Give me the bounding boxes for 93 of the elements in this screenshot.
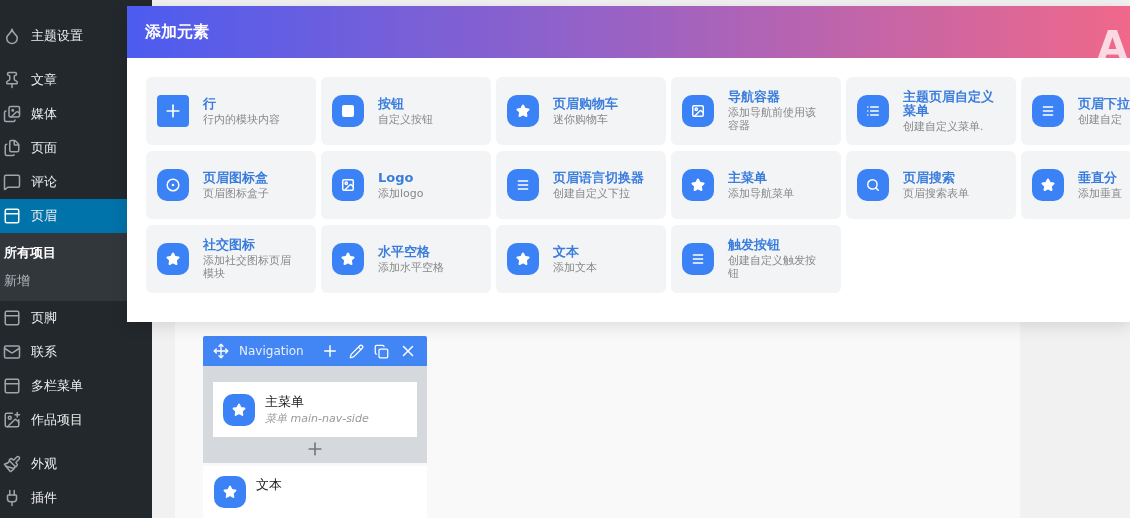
element-option[interactable]: 垂直分 添加垂直 [1021, 151, 1130, 219]
option-title: 按钮 [378, 96, 405, 111]
option-description: 添加logo [378, 186, 425, 200]
menu-item-icon [3, 411, 21, 429]
element-title: 文本 [256, 476, 282, 494]
option-description: 创建自定 [1078, 112, 1123, 126]
element-title: 主菜单 [265, 393, 305, 411]
element-option[interactable]: 导航容器 添加导航前使用该容器 [671, 77, 841, 145]
option-title: 页眉图标盒 [203, 170, 269, 185]
menu-icon [1032, 95, 1064, 127]
element-option[interactable]: 主菜单 添加导航菜单 [671, 151, 841, 219]
star-icon [682, 169, 714, 201]
element-option[interactable]: 页眉下拉 创建自定 [1021, 77, 1130, 145]
option-title: 文本 [553, 244, 580, 259]
option-description: 页眉搜索表单 [903, 186, 970, 200]
element-option[interactable]: 页眉语言切换器 创建自定义下拉 [496, 151, 666, 219]
menu-item-icon [3, 139, 21, 157]
star-icon [157, 243, 189, 275]
option-description: 添加垂直 [1078, 186, 1123, 200]
menu-item-icon [3, 207, 21, 225]
element-card[interactable]: 文本 [203, 466, 427, 518]
menu-item-icon [3, 343, 21, 361]
star-icon [1032, 169, 1064, 201]
menu-item-icon [3, 105, 21, 123]
sidebar-item[interactable]: 多栏菜单 [0, 369, 152, 403]
star-icon [223, 393, 255, 426]
element-option[interactable]: 主题页眉自定义菜单 创建自定义菜单. [846, 77, 1016, 145]
sidebar-item[interactable]: 作品项目 [0, 403, 152, 437]
option-title: Logo [378, 170, 415, 185]
sidebar-item[interactable]: 页脚 [0, 301, 152, 335]
element-card[interactable]: 主菜单 菜单 main-nav-side [213, 382, 417, 437]
image-icon [682, 95, 714, 127]
expand-icon[interactable] [213, 343, 229, 359]
element-option[interactable]: 社交图标 添加社交图标页眉模块 [146, 225, 316, 293]
option-description: 添加文本 [553, 260, 598, 274]
option-title: 垂直分 [1078, 170, 1118, 185]
element-option[interactable]: 文本 添加文本 [496, 225, 666, 293]
menu-item-icon [3, 377, 21, 395]
copy-icon[interactable] [374, 343, 389, 359]
option-title: 页眉搜索 [903, 170, 956, 185]
menu-icon [682, 243, 714, 275]
menu-item-icon [3, 455, 21, 473]
list-icon [857, 95, 889, 127]
option-title: 页眉语言切换器 [553, 170, 645, 185]
sidebar-item[interactable]: 插件 [0, 481, 152, 515]
option-title: 页眉购物车 [553, 96, 619, 111]
star-icon [507, 243, 539, 275]
option-description: 自定义按钮 [378, 112, 434, 126]
element-option[interactable]: 行 行内的模块内容 [146, 77, 316, 145]
option-title: 导航容器 [728, 90, 781, 104]
option-description: 创建自定义菜单. [903, 119, 985, 133]
element-option[interactable]: Logo 添加logo [321, 151, 491, 219]
star-icon [214, 476, 246, 508]
option-description: 创建自定义下拉 [553, 186, 631, 200]
pencil-icon[interactable] [349, 343, 364, 359]
option-description: 创建自定义触发按钮 [728, 254, 817, 280]
image-icon [332, 169, 364, 201]
star-icon [332, 243, 364, 275]
option-title: 水平空格 [378, 244, 431, 259]
element-option[interactable]: 页眉购物车 迷你购物车 [496, 77, 666, 145]
sidebar-item[interactable]: 联系 [0, 335, 152, 369]
menu-item-icon [3, 27, 21, 45]
option-description: 添加导航菜单 [728, 186, 795, 200]
menu-item-icon [3, 71, 21, 89]
option-description: 行内的模块内容 [203, 112, 281, 126]
star-icon [507, 95, 539, 127]
menu-item-icon [3, 173, 21, 191]
option-title: 触发按钮 [728, 238, 781, 252]
plus-icon[interactable] [321, 342, 339, 360]
element-option[interactable]: 页眉图标盒 页眉图标盒子 [146, 151, 316, 219]
element-subtitle: 菜单 main-nav-side [265, 411, 369, 426]
dialog-title: 添加元素 [145, 21, 209, 43]
option-description: 页眉图标盒子 [203, 186, 270, 200]
option-title: 主菜单 [728, 170, 768, 185]
option-description: 添加社交图标页眉模块 [203, 254, 292, 280]
element-option[interactable]: 水平空格 添加水平空格 [321, 225, 491, 293]
element-option[interactable]: 页眉搜索 页眉搜索表单 [846, 151, 1016, 219]
option-title: 社交图标 [203, 238, 256, 252]
element-option[interactable]: 触发按钮 创建自定义触发按钮 [671, 225, 841, 293]
target-icon [157, 169, 189, 201]
option-description: 添加水平空格 [378, 260, 445, 274]
option-title: 行 [203, 96, 217, 111]
option-title: 主题页眉自定义菜单 [903, 89, 995, 118]
menu-icon [507, 169, 539, 201]
sidebar-item[interactable]: 外观 [0, 447, 152, 481]
option-title: 页眉下拉 [1078, 96, 1130, 111]
option-description: 迷你购物车 [553, 112, 609, 126]
element-option[interactable]: 按钮 自定义按钮 [321, 77, 491, 145]
search-icon [857, 169, 889, 201]
option-description: 添加导航前使用该容器 [728, 106, 817, 132]
plus-icon [157, 95, 189, 127]
container-title: Navigation [239, 344, 304, 358]
menu-item-icon [3, 309, 21, 327]
